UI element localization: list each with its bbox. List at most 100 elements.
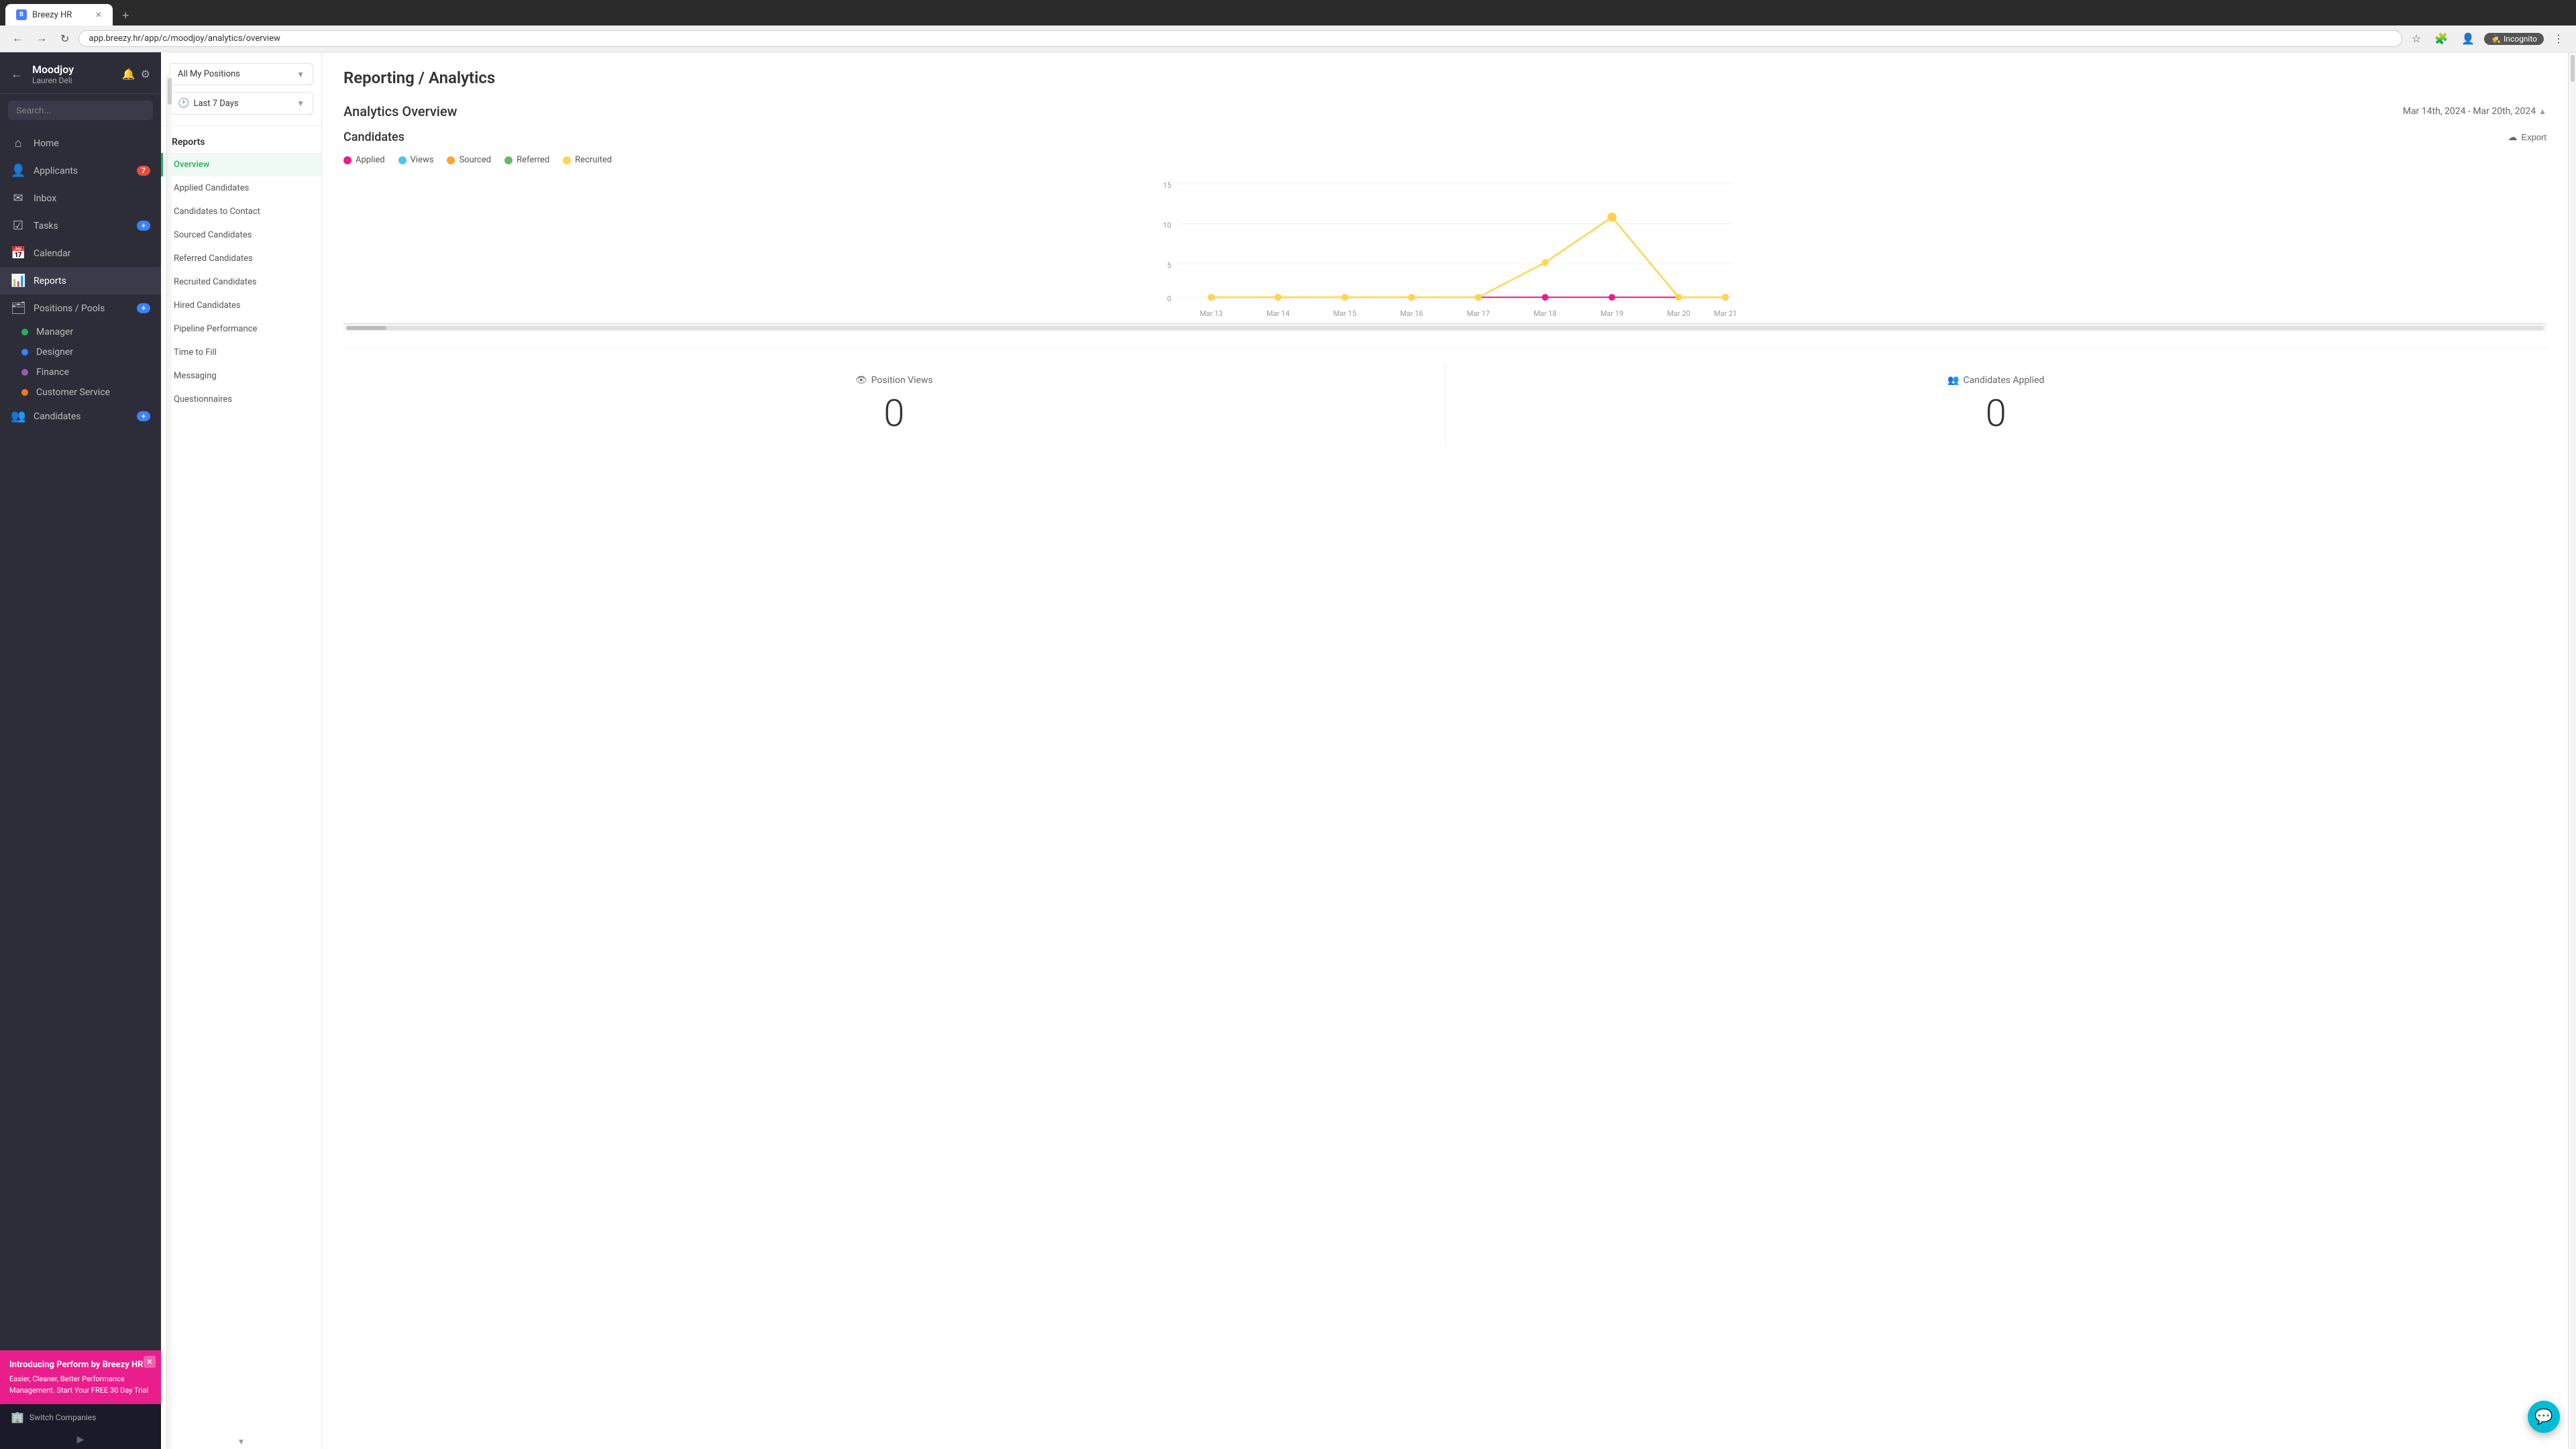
- chat-icon: 💬: [2534, 1409, 2553, 1426]
- recruited-dot-mar19-peak: [1607, 213, 1617, 222]
- menu-button[interactable]: ⋮: [2549, 30, 2568, 48]
- bookmark-button[interactable]: ☆: [2408, 30, 2425, 48]
- reload-button[interactable]: ↻: [56, 30, 73, 48]
- report-nav-sourced[interactable]: Sourced Candidates: [161, 223, 321, 247]
- extensions-button[interactable]: 🧩: [2430, 30, 2452, 48]
- legend-referred: Referred: [504, 155, 549, 165]
- report-nav-questionnaires[interactable]: Questionnaires: [161, 388, 321, 411]
- referred-legend-dot: [504, 156, 513, 164]
- sidebar-item-finance[interactable]: Finance: [0, 362, 161, 382]
- sidebar-item-inbox[interactable]: ✉ Inbox: [0, 184, 161, 212]
- views-legend-dot: [398, 156, 407, 164]
- browser-tab[interactable]: B Breezy HR ✕: [5, 4, 113, 25]
- url-bar[interactable]: app.breezy.hr/app/c/moodjoy/analytics/ov…: [78, 30, 2402, 47]
- report-nav-applied[interactable]: Applied Candidates: [161, 176, 321, 200]
- tab-favicon: B: [16, 9, 27, 20]
- report-nav-recruited[interactable]: Recruited Candidates: [161, 270, 321, 294]
- settings-icon[interactable]: ⚙: [141, 68, 150, 80]
- stat-position-views-value: 0: [354, 391, 1434, 435]
- nav-label-finance: Finance: [36, 367, 150, 378]
- back-button[interactable]: ←: [8, 30, 27, 48]
- stat-candidates-applied: 👥 Candidates Applied 0: [1446, 364, 2547, 446]
- sidebar-back-icon[interactable]: ←: [11, 67, 23, 81]
- search-input[interactable]: [8, 101, 153, 120]
- sidebar-item-calendar[interactable]: 📅 Calendar: [0, 239, 161, 267]
- sidebar-item-positions[interactable]: 🗂 Positions / Pools +: [0, 294, 161, 322]
- applicants-icon: 👤: [11, 164, 25, 178]
- time-filter-arrow: ▼: [297, 99, 305, 108]
- report-nav-contact[interactable]: Candidates to Contact: [161, 200, 321, 223]
- sidebar-item-tasks[interactable]: ☑ Tasks +: [0, 212, 161, 239]
- promo-close-button[interactable]: ✕: [144, 1356, 156, 1368]
- report-nav-timetofill[interactable]: Time to Fill: [161, 341, 321, 364]
- right-scroll-thumb: [2571, 55, 2575, 82]
- stats-row: 👁 Position Views 0 👥 Candidates Applied …: [343, 347, 2546, 446]
- reports-section-title: Reports: [161, 126, 321, 153]
- manager-dot: [21, 329, 28, 335]
- sidebar-expand[interactable]: ▶: [0, 1430, 161, 1449]
- candidates-badge: +: [137, 411, 150, 421]
- overview-section-header: Analytics Overview Mar 14th, 2024 - Mar …: [343, 103, 2546, 119]
- report-nav-referred[interactable]: Referred Candidates: [161, 247, 321, 270]
- time-filter-dropdown[interactable]: 🕐 Last 7 Days ▼: [169, 92, 313, 115]
- right-scrollbar[interactable]: [2568, 52, 2576, 1449]
- tab-close-icon[interactable]: ✕: [95, 10, 102, 19]
- sidebar-item-reports[interactable]: 📊 Reports: [0, 267, 161, 294]
- new-tab-button[interactable]: +: [117, 6, 135, 25]
- positions-icon: 🗂: [11, 301, 25, 315]
- nav-label-applicants: Applicants: [34, 166, 129, 176]
- calendar-icon: 📅: [11, 246, 25, 260]
- profile-button[interactable]: 👤: [2457, 30, 2479, 48]
- tab-title: Breezy HR: [32, 10, 72, 20]
- report-nav-hired[interactable]: Hired Candidates: [161, 294, 321, 317]
- expand-icon: ▶: [77, 1434, 85, 1445]
- sidebar-item-applicants[interactable]: 👤 Applicants 7: [0, 157, 161, 184]
- chart-horizontal-scrollbar[interactable]: [343, 323, 2546, 331]
- recruited-dot-mar16: [1408, 294, 1415, 301]
- report-nav-overview[interactable]: Overview: [161, 153, 321, 176]
- left-panel-scrollbar[interactable]: [166, 75, 172, 1449]
- clock-icon: 🕐: [178, 98, 189, 109]
- scroll-down-icon: ▼: [237, 1437, 246, 1446]
- position-filter-arrow: ▼: [297, 70, 305, 79]
- nav-label-tasks: Tasks: [34, 221, 129, 231]
- switch-companies[interactable]: 🏢 Switch Companies: [0, 1404, 161, 1430]
- recruited-legend-label: Recruited: [575, 155, 612, 165]
- stat-candidates-applied-label: 👥 Candidates Applied: [1456, 375, 2536, 386]
- switch-icon: 🏢: [11, 1411, 24, 1424]
- report-nav-pipeline[interactable]: Pipeline Performance: [161, 317, 321, 341]
- export-button[interactable]: ☁ Export: [2508, 131, 2546, 143]
- chat-widget[interactable]: 💬: [2528, 1401, 2560, 1433]
- views-legend-label: Views: [411, 155, 434, 165]
- y-label-15: 15: [1163, 181, 1171, 190]
- sidebar: ← Moodjoy Lauren Deli 🔔 ⚙ ⌂ Home 👤 Appli…: [0, 52, 161, 1449]
- forward-button[interactable]: →: [32, 30, 51, 48]
- sidebar-item-manager[interactable]: Manager: [0, 322, 161, 342]
- candidates-chart: 15 10 5 0 Mar 13 Mar 14: [343, 176, 2546, 323]
- overview-section-title: Analytics Overview: [343, 103, 457, 119]
- time-filter-label: Last 7 Days: [193, 99, 292, 109]
- nav-label-customer-service: Customer Service: [36, 387, 150, 398]
- customer-service-dot: [21, 389, 28, 396]
- sidebar-brand: Moodjoy Lauren Deli: [32, 63, 115, 85]
- app-container: ← Moodjoy Lauren Deli 🔔 ⚙ ⌂ Home 👤 Appli…: [0, 52, 2576, 1449]
- chart-legend: Applied Views Sourced Referred: [343, 155, 2546, 165]
- stat-position-views-label: 👁 Position Views: [354, 375, 1434, 386]
- sidebar-item-designer[interactable]: Designer: [0, 342, 161, 362]
- report-nav-messaging[interactable]: Messaging: [161, 364, 321, 388]
- position-views-icon: 👁: [855, 375, 867, 386]
- chart-container: 15 10 5 0 Mar 13 Mar 14: [343, 176, 2546, 323]
- tasks-icon: ☑: [11, 219, 25, 233]
- main-content: All My Positions ▼ 🕐 Last 7 Days ▼ Repor…: [161, 52, 2576, 1449]
- x-label-mar17: Mar 17: [1467, 309, 1490, 318]
- notification-icon[interactable]: 🔔: [122, 68, 136, 80]
- nav-label-inbox: Inbox: [34, 193, 150, 204]
- date-range-arrow[interactable]: ▲: [2538, 107, 2546, 116]
- position-filter-dropdown[interactable]: All My Positions ▼: [169, 63, 313, 85]
- sidebar-item-customer-service[interactable]: Customer Service: [0, 382, 161, 402]
- sidebar-item-home[interactable]: ⌂ Home: [0, 129, 161, 157]
- promo-body: Easier, Cleaner, Better Performance Mana…: [9, 1374, 152, 1396]
- incognito-label: Incognito: [2504, 34, 2537, 44]
- recruited-dot-mar15: [1342, 294, 1348, 301]
- sidebar-item-candidates[interactable]: 👥 Candidates +: [0, 402, 161, 430]
